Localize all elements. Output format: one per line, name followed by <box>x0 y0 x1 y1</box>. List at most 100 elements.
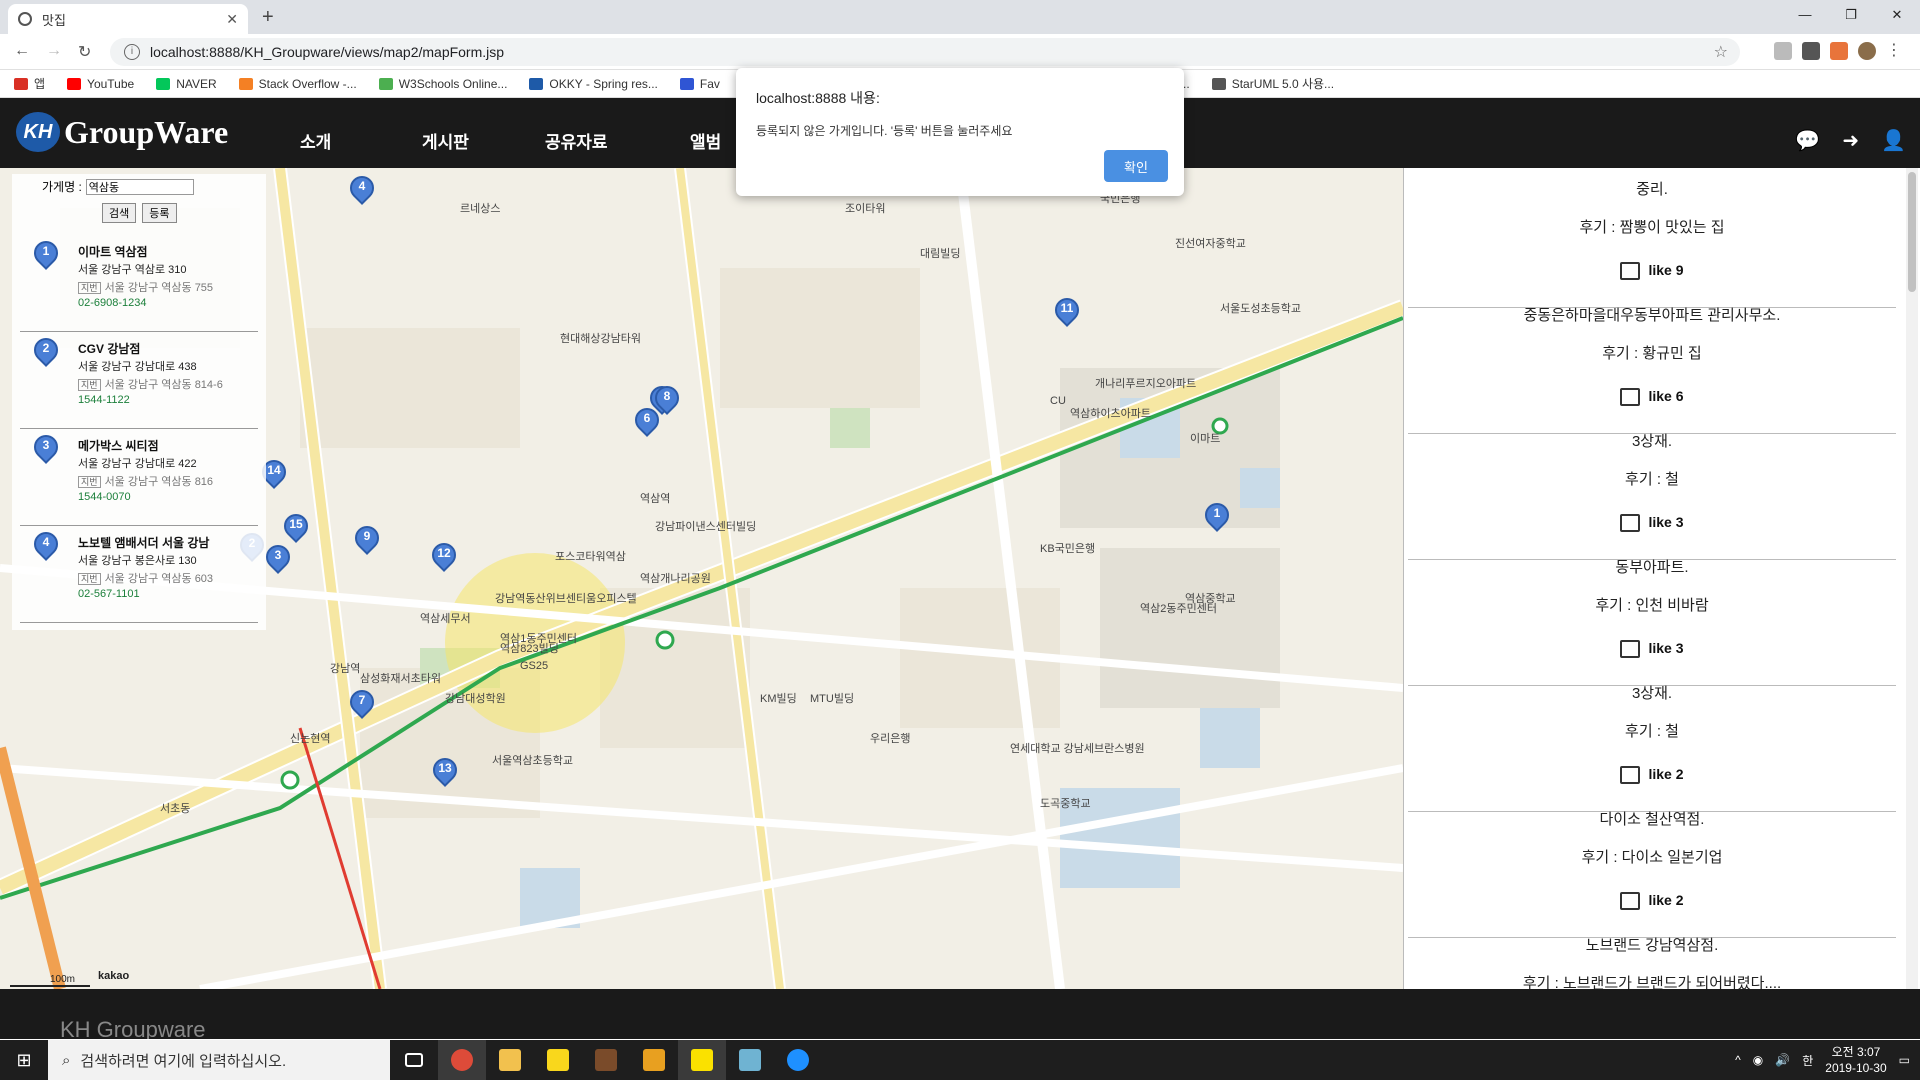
like-button[interactable]: like 2 <box>1408 892 1896 911</box>
map-label: CU <box>1050 395 1066 407</box>
kakaotalk-icon[interactable] <box>678 1040 726 1080</box>
store-search-input[interactable] <box>85 178 194 195</box>
result-item[interactable]: 2 CGV 강남점 서울 강남구 강남대로 438 지번 서울 강남구 역삼동 814-… <box>20 332 258 429</box>
network-icon[interactable]: ◉ <box>1753 1053 1763 1067</box>
map-label: 역삼2동주민센터 <box>1140 603 1217 615</box>
bookmark-star-icon[interactable]: ☆ <box>1714 42 1728 62</box>
reload-icon[interactable]: ↻ <box>78 42 91 62</box>
info-icon[interactable]: i <box>124 44 140 60</box>
result-name: 노보텔 앰배서더 서울 강남 <box>78 536 210 550</box>
new-tab-icon[interactable]: + <box>262 6 274 29</box>
app-icon[interactable] <box>726 1040 774 1080</box>
like-button[interactable]: like 6 <box>1408 388 1896 407</box>
thumbs-up-icon <box>1620 766 1641 785</box>
file-explorer-icon[interactable] <box>486 1040 534 1080</box>
menu-shared[interactable]: 공유자료 <box>545 128 608 153</box>
like-button[interactable]: like 9 <box>1408 262 1896 281</box>
thumbs-up-icon <box>1620 262 1641 281</box>
chevron-up-icon[interactable]: ^ <box>1735 1053 1741 1067</box>
chat-icon[interactable]: 💬 <box>1795 128 1820 153</box>
marker-number: 8 <box>663 389 671 403</box>
map-marker[interactable]: 4 <box>345 171 379 208</box>
windows-start-icon[interactable]: ⊞ <box>0 1040 48 1080</box>
notification-icon[interactable]: ▭ <box>1899 1053 1910 1067</box>
map-marker[interactable]: 3 <box>261 540 295 577</box>
result-phone: 1544-1122 <box>78 394 130 406</box>
bookmark-label: Fav <box>699 76 720 91</box>
close-window-icon[interactable]: ✕ <box>1874 0 1920 30</box>
map-label: 강남역 <box>330 663 361 675</box>
result-item[interactable]: 3 메가박스 씨티점 서울 강남구 강남대로 422 지번 서울 강남구 역삼동 816… <box>20 429 258 526</box>
bookmark-item[interactable]: Fav <box>679 76 720 91</box>
review-item: 다이소 철산역점. 후기 : 다이소 일본기업 like 2 <box>1408 811 1896 938</box>
user-icon[interactable]: 👤 <box>1881 128 1906 153</box>
sticky-notes-icon[interactable] <box>534 1040 582 1080</box>
bookmark-item[interactable]: OKKY - Spring res... <box>529 77 658 91</box>
like-button[interactable]: like 3 <box>1408 640 1896 659</box>
map-marker[interactable]: 9 <box>350 521 384 558</box>
profile-avatar[interactable] <box>1858 42 1876 60</box>
login-icon[interactable]: ➜ <box>1842 128 1859 153</box>
result-address: 서울 강남구 강남대로 422 <box>78 458 197 470</box>
logo[interactable]: KH GroupWare <box>16 112 228 152</box>
map-marker[interactable]: 1 <box>1200 498 1234 535</box>
map-marker[interactable]: 15 <box>279 509 313 546</box>
ime-icon[interactable]: 한 <box>1802 1052 1813 1069</box>
map-marker[interactable]: 13 <box>428 753 462 790</box>
bookmark-item[interactable]: Stack Overflow -... <box>238 77 357 91</box>
menu-board[interactable]: 게시판 <box>422 128 469 153</box>
edge-icon[interactable] <box>774 1040 822 1080</box>
bookmark-item[interactable]: W3Schools Online... <box>378 77 507 91</box>
bookmark-item[interactable]: 앱 <box>14 75 45 92</box>
minimize-icon[interactable]: — <box>1782 0 1828 30</box>
forward-icon[interactable]: → <box>46 42 62 60</box>
map-marker[interactable]: 12 <box>427 538 461 575</box>
taskbar-search[interactable]: ⌕ 검색하려면 여기에 입력하십시오. <box>48 1040 390 1080</box>
scrollbar[interactable] <box>1906 168 1918 989</box>
ok-button[interactable]: 확인 <box>1104 150 1168 182</box>
like-count: like 3 <box>1648 640 1684 656</box>
back-icon[interactable]: ← <box>14 42 30 60</box>
close-tab-icon[interactable]: ✕ <box>226 11 238 28</box>
windows-taskbar: ⊞ ⌕ 검색하려면 여기에 입력하십시오. ^ ◉ 🔊 한 오전 3:07 20… <box>0 1040 1920 1080</box>
marker-number: 12 <box>437 546 451 560</box>
map-marker[interactable]: 11 <box>1050 293 1084 330</box>
like-button[interactable]: like 2 <box>1408 766 1896 785</box>
map-marker[interactable]: 8 <box>650 381 684 418</box>
star-app-icon[interactable] <box>630 1040 678 1080</box>
menu-intro[interactable]: 소개 <box>300 128 331 153</box>
result-name: 메가박스 씨티점 <box>78 439 159 453</box>
map-label: 연세대학교 강남세브란스병원 <box>1010 743 1145 755</box>
marker-number: 3 <box>42 438 50 452</box>
review-text: 후기 : 철 <box>1625 723 1679 740</box>
review-store-name: 다이소 철산역점. <box>1599 811 1705 828</box>
bookmark-item[interactable]: YouTube <box>67 77 134 91</box>
extension-icon[interactable] <box>1830 42 1848 60</box>
menu-album[interactable]: 앨범 <box>690 128 721 153</box>
chrome-menu-icon[interactable]: ⋮ <box>1886 42 1904 60</box>
extension-icon[interactable] <box>1802 42 1820 60</box>
task-view-icon[interactable] <box>390 1040 438 1080</box>
result-item[interactable]: 1 이마트 역삼점 서울 강남구 역삼로 310 지번 서울 강남구 역삼동 755 02… <box>20 235 258 332</box>
restore-icon[interactable]: ❐ <box>1828 0 1874 30</box>
map-label: 역삼개나리공원 <box>640 573 711 585</box>
map-label: KB국민은행 <box>1040 543 1096 555</box>
marker-number: 1 <box>42 244 50 258</box>
like-button[interactable]: like 3 <box>1408 514 1896 533</box>
marker-number: 7 <box>358 693 366 707</box>
register-button[interactable]: 등록 <box>142 203 177 223</box>
clock[interactable]: 오전 3:07 2019-10-30 <box>1825 1044 1886 1076</box>
url-field[interactable]: i localhost:8888/KH_Groupware/views/map2… <box>110 38 1740 66</box>
bookmark-item[interactable]: StarUML 5.0 사용... <box>1211 75 1334 92</box>
map-marker[interactable]: 7 <box>345 685 379 722</box>
app-icon[interactable] <box>582 1040 630 1080</box>
result-item[interactable]: 4 노보텔 앰배서더 서울 강남 서울 강남구 봉은사로 130 지번 서울 강남구 역… <box>20 526 258 623</box>
bookmark-item[interactable]: NAVER <box>156 77 217 91</box>
marker-number: 2 <box>42 341 50 355</box>
review-store-name: 3상재. <box>1631 685 1673 702</box>
chrome-icon[interactable] <box>438 1040 486 1080</box>
browser-tab[interactable]: 맛집 ✕ <box>8 4 248 34</box>
search-button[interactable]: 검색 <box>102 203 137 223</box>
volume-icon[interactable]: 🔊 <box>1775 1053 1790 1067</box>
extension-icon[interactable] <box>1774 42 1792 60</box>
